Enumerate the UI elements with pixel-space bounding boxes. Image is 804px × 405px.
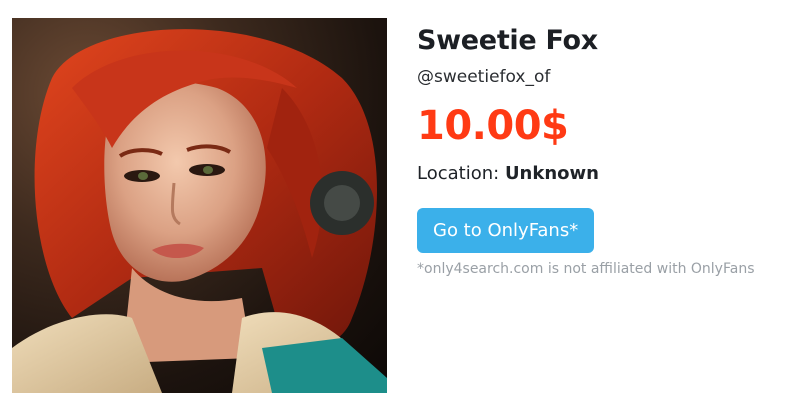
go-to-onlyfans-button[interactable]: Go to OnlyFans*: [417, 208, 595, 253]
location: Location: Unknown: [417, 162, 754, 186]
location-value: Unknown: [504, 163, 599, 184]
profile-handle: @sweetiefox_of: [417, 67, 551, 87]
price: 10.00$: [417, 103, 569, 149]
profile-info: Sweetie Fox @sweetiefox_of 10.00$ Locati…: [417, 24, 754, 279]
location-label: Location:: [417, 163, 500, 184]
disclaimer-text: *only4search.com is not affiliated with …: [417, 261, 755, 277]
profile-photo: [12, 18, 387, 393]
profile-name: Sweetie Fox: [417, 25, 598, 56]
